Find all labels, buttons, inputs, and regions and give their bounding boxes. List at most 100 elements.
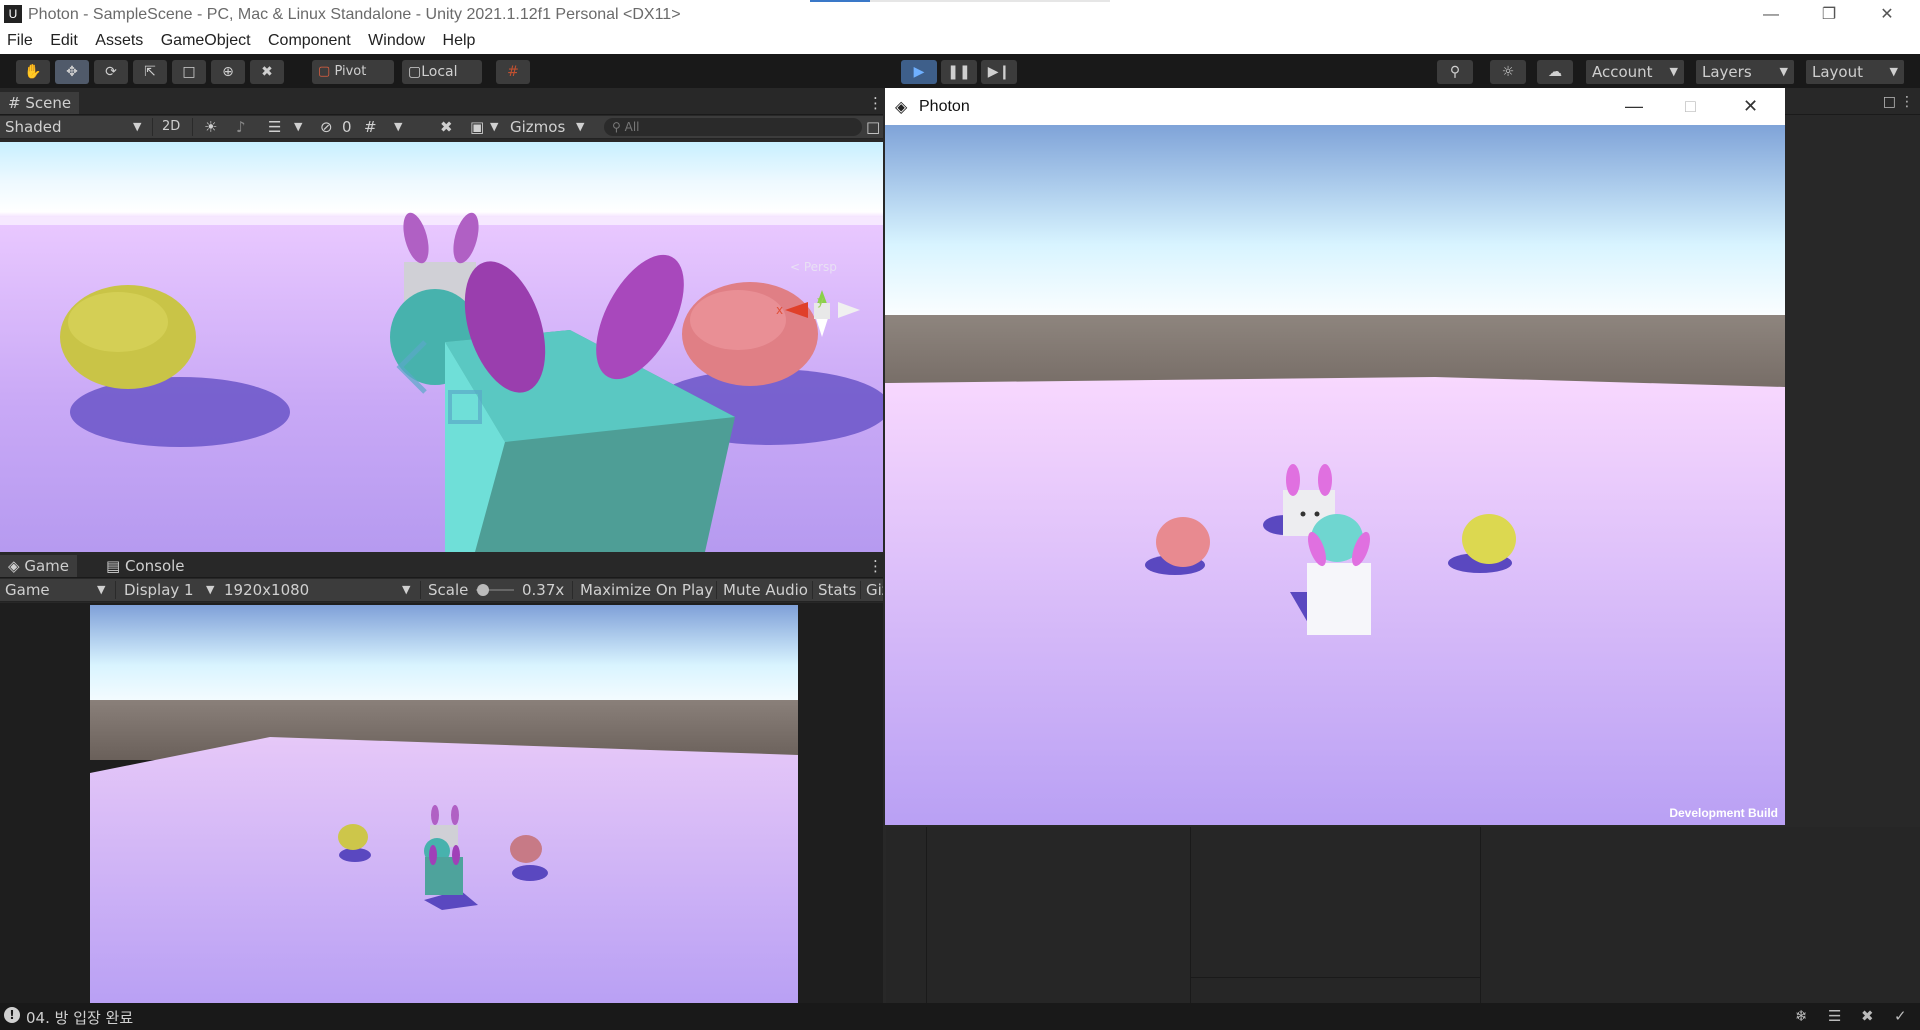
lock-icon[interactable]: □ xyxy=(1883,94,1896,110)
photon-viewport[interactable]: Development Build xyxy=(885,125,1785,825)
console-icon: ▤ xyxy=(106,557,121,575)
layers-status-icon[interactable]: ☰ xyxy=(1828,1007,1841,1025)
game-view-dropdown[interactable]: Game ▼ xyxy=(5,579,110,601)
menu-file[interactable]: File xyxy=(7,30,33,52)
layout-dropdown[interactable]: Layout ▼ xyxy=(1806,60,1904,84)
pause-button[interactable]: ❚❚ xyxy=(941,60,977,84)
scene-render: y x < Persp xyxy=(0,212,883,552)
chevron-down-icon: ▼ xyxy=(97,583,106,596)
maximize-icon[interactable]: □ xyxy=(1685,96,1696,117)
ball-yellow xyxy=(1462,514,1516,564)
status-bar: ! 04. 방 입장 완료 ❄ ☰ ✖ ✓ xyxy=(0,1003,1920,1030)
scale-tool-button[interactable]: ⇱ xyxy=(133,60,167,84)
pivot-toggle[interactable]: ▢ Pivot xyxy=(312,60,394,84)
menu-help[interactable]: Help xyxy=(443,30,476,52)
resolution-dropdown[interactable]: 1920x1080 ▼ xyxy=(224,579,414,601)
title-progress xyxy=(810,0,1110,2)
account-label: Account xyxy=(1592,63,1653,81)
persp-label[interactable]: < Persp xyxy=(790,260,837,274)
lighting-icon[interactable]: ☀ xyxy=(204,116,217,138)
scale-slider[interactable] xyxy=(476,579,514,601)
unity-logo-icon: ◈ xyxy=(895,99,908,116)
game-tab-label: Game xyxy=(24,557,69,575)
dock-menu-icon[interactable]: ⋮ xyxy=(1900,94,1914,110)
scene-viewport[interactable]: y x < Persp xyxy=(0,142,883,552)
menu-assets[interactable]: Assets xyxy=(95,30,143,52)
gizmos-label: Gizmos xyxy=(510,118,566,136)
tools-icon[interactable]: ✖ xyxy=(440,116,453,138)
effects-icon[interactable]: ☰ xyxy=(268,116,281,138)
axis-y-label: y xyxy=(817,294,824,308)
close-icon[interactable]: ✕ xyxy=(1864,3,1910,27)
scene-control-bar: Shaded ▼ 2D ☀ ♪ ☰ ▼ ⊘ 0 # ▼ ✖ ▣ ▼ Gizmos ▼… xyxy=(0,116,883,139)
scale-icon: ⇱ xyxy=(144,64,156,80)
ball-pink xyxy=(510,835,542,863)
move-tool-button[interactable]: ✥ xyxy=(55,60,89,84)
chevron-down-icon[interactable]: ▼ xyxy=(490,116,498,138)
search-icon: ⚲ xyxy=(1449,64,1461,80)
chevron-down-icon[interactable]: ▼ xyxy=(394,116,402,138)
layers-dropdown[interactable]: Layers ▼ xyxy=(1696,60,1794,84)
cloud-button[interactable]: ☁ xyxy=(1537,60,1573,84)
menu-edit[interactable]: Edit xyxy=(50,30,78,52)
menu-gameobject[interactable]: GameObject xyxy=(161,30,251,52)
debug-icon[interactable]: ✖ xyxy=(1861,1007,1874,1025)
rect-icon: □ xyxy=(182,64,196,80)
menu-window[interactable]: Window xyxy=(368,30,425,52)
tab-console[interactable]: ▤ Console xyxy=(98,555,193,577)
scale-label: Scale xyxy=(428,581,469,599)
menu-component[interactable]: Component xyxy=(268,30,351,52)
menu-bar: File Edit Assets GameObject Component Wi… xyxy=(0,30,1920,54)
step-button[interactable]: ▶❙ xyxy=(981,60,1017,84)
scene-search-input[interactable]: ⚲ All xyxy=(604,118,862,136)
rotate-icon: ⟳ xyxy=(105,64,117,80)
check-icon[interactable]: ✓ xyxy=(1894,1007,1907,1025)
hand-tool-button[interactable]: ✋ xyxy=(16,60,50,84)
hidden-count: 0 xyxy=(342,118,352,136)
hidden-objects-icon[interactable]: ⊘ xyxy=(320,116,333,138)
window-title: Photon - SampleScene - PC, Mac & Linux S… xyxy=(28,6,681,23)
status-message[interactable]: 04. 방 입장 완료 xyxy=(26,1007,133,1028)
baking-icon[interactable]: ❄ xyxy=(1795,1007,1808,1025)
custom-tool-button[interactable]: ✖ xyxy=(250,60,284,84)
gizmos-dropdown[interactable]: Gizmos ▼ xyxy=(510,116,590,138)
game-viewport[interactable] xyxy=(90,605,798,1003)
info-icon: ! xyxy=(4,1007,20,1023)
stats-toggle[interactable]: Stats xyxy=(818,579,856,601)
minimize-icon[interactable]: — xyxy=(1748,3,1794,27)
rect-tool-button[interactable]: □ xyxy=(172,60,206,84)
services-button[interactable]: ☼ xyxy=(1490,60,1526,84)
close-icon[interactable]: ✕ xyxy=(1743,96,1758,117)
local-label: Local xyxy=(421,64,458,80)
play-button[interactable]: ▶ xyxy=(901,60,937,84)
ball-yellow xyxy=(338,824,368,850)
scene-tab-bar: # Scene ⋮ xyxy=(0,92,883,115)
local-toggle[interactable]: ▢Local xyxy=(402,60,482,84)
minimize-icon[interactable]: — xyxy=(1625,96,1643,117)
maximize-on-play-toggle[interactable]: Maximize On Play xyxy=(580,579,713,601)
chevron-down-icon: ▼ xyxy=(402,583,411,596)
camera-icon[interactable]: ▣ xyxy=(470,116,484,138)
mute-audio-toggle[interactable]: Mute Audio xyxy=(723,579,808,601)
gizmos-toggle[interactable]: Giz xyxy=(866,579,883,601)
transform-tool-button[interactable]: ⊕ xyxy=(211,60,245,84)
toggle-2d-button[interactable]: 2D xyxy=(162,116,180,138)
shading-label: Shaded xyxy=(5,118,62,136)
search-button[interactable]: ⚲ xyxy=(1437,60,1473,84)
grid-snap-button[interactable]: # xyxy=(496,60,530,84)
rotate-tool-button[interactable]: ⟳ xyxy=(94,60,128,84)
pause-icon: ❚❚ xyxy=(947,64,971,80)
grid-icon[interactable]: # xyxy=(364,116,377,138)
main-toolbar: ✋ ✥ ⟳ ⇱ □ ⊕ ✖ ▢ Pivot ▢Local # ▶ ❚❚ ▶❙ ⚲… xyxy=(0,54,1920,88)
maximize-icon[interactable]: □ xyxy=(866,116,880,138)
display-dropdown[interactable]: Display 1 ▼ xyxy=(124,579,220,601)
chevron-down-icon: ▼ xyxy=(576,120,585,133)
chevron-down-icon: ▼ xyxy=(1779,65,1788,78)
restore-icon[interactable]: ❐ xyxy=(1806,3,1852,27)
chevron-down-icon[interactable]: ▼ xyxy=(294,116,302,138)
shading-dropdown[interactable]: Shaded ▼ xyxy=(5,116,145,138)
tab-game[interactable]: ◈ Game xyxy=(0,555,77,577)
audio-icon[interactable]: ♪ xyxy=(236,116,246,138)
account-dropdown[interactable]: Account ▼ xyxy=(1586,60,1684,84)
tab-scene[interactable]: # Scene xyxy=(0,92,80,114)
